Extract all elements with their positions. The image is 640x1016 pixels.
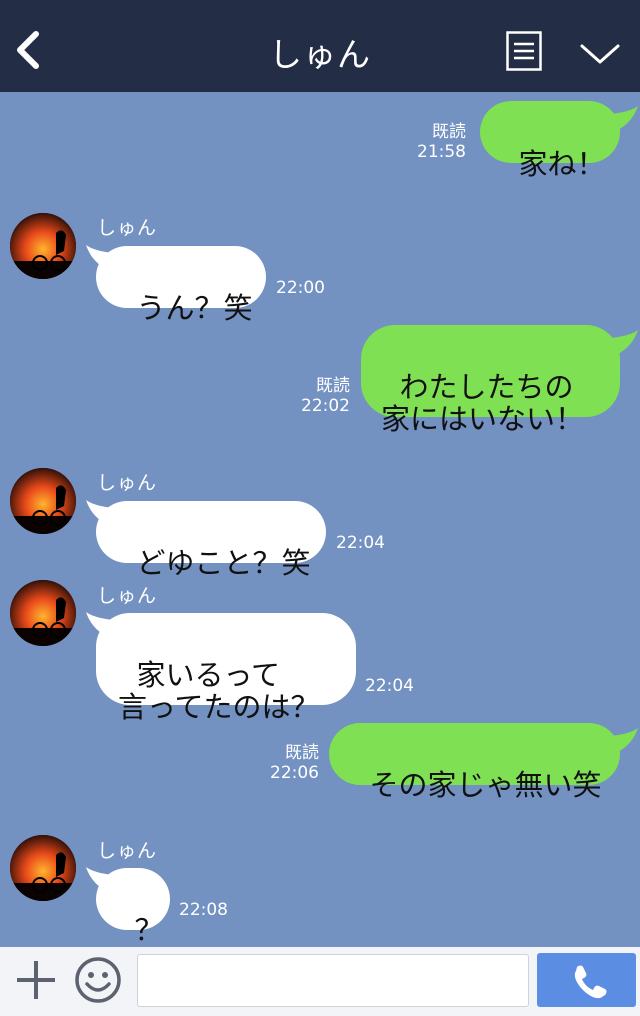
incoming-message[interactable]: どゆこと？笑: [96, 501, 326, 579]
outgoing-message[interactable]: 家ね！: [480, 101, 620, 180]
phone-icon: [574, 965, 607, 999]
sender-name: しゅん: [97, 217, 158, 239]
message-time: 22:02: [301, 396, 350, 416]
read-receipt: 既読 22:06: [270, 743, 319, 783]
chevron-down-icon: [580, 44, 620, 64]
message-text: その家じゃ無い笑: [369, 768, 602, 802]
message-time: 22:00: [276, 278, 325, 298]
message-time: 22:04: [336, 533, 385, 553]
avatar[interactable]: [10, 213, 76, 279]
chat-header: しゅん: [0, 0, 640, 92]
avatar-image: [10, 213, 76, 279]
message-time: 21:58: [417, 142, 466, 162]
outgoing-message[interactable]: わたしたちの 家にはいない！: [361, 325, 620, 435]
message-text: どゆこと？笑: [136, 546, 311, 580]
message-text: ？: [134, 913, 164, 947]
avatar-image: [10, 580, 76, 646]
incoming-message[interactable]: うん？笑: [96, 246, 266, 324]
sender-name: しゅん: [97, 585, 158, 607]
collapse-button[interactable]: [578, 36, 622, 72]
sender-name: しゅん: [97, 472, 158, 494]
incoming-message[interactable]: ？: [96, 868, 170, 946]
menu-button[interactable]: [506, 31, 542, 71]
message-input[interactable]: [137, 954, 529, 1007]
message-time: 22:06: [270, 763, 319, 783]
message-text: わたしたちの 家にはいない！: [381, 370, 585, 436]
incoming-message[interactable]: 家いるって 言ってたのは？: [96, 613, 356, 723]
menu-list-icon: [506, 31, 542, 71]
emoji-button[interactable]: [74, 956, 122, 1004]
smiley-icon: [75, 957, 121, 1003]
outgoing-message[interactable]: その家じゃ無い笑: [329, 723, 620, 801]
avatar-image: [10, 835, 76, 901]
message-text: うん？笑: [136, 291, 253, 325]
read-label: 既読: [285, 743, 319, 763]
avatar[interactable]: [10, 468, 76, 534]
read-label: 既読: [316, 376, 350, 396]
avatar-image: [10, 468, 76, 534]
message-text: 家ね！: [518, 147, 606, 181]
avatar[interactable]: [10, 835, 76, 901]
message-text: 家いるって 言ってたのは？: [118, 658, 320, 724]
chat-title: しゅん: [269, 35, 371, 74]
avatar[interactable]: [10, 580, 76, 646]
read-label: 既読: [432, 122, 466, 142]
add-button[interactable]: [14, 958, 58, 1002]
call-button[interactable]: [537, 953, 636, 1007]
sender-name: しゅん: [97, 840, 158, 862]
plus-icon: [17, 961, 55, 999]
read-receipt: 既読 22:02: [301, 376, 350, 416]
read-receipt: 既読 21:58: [417, 122, 466, 162]
message-time: 22:04: [365, 676, 414, 696]
message-time: 22:08: [179, 900, 228, 920]
